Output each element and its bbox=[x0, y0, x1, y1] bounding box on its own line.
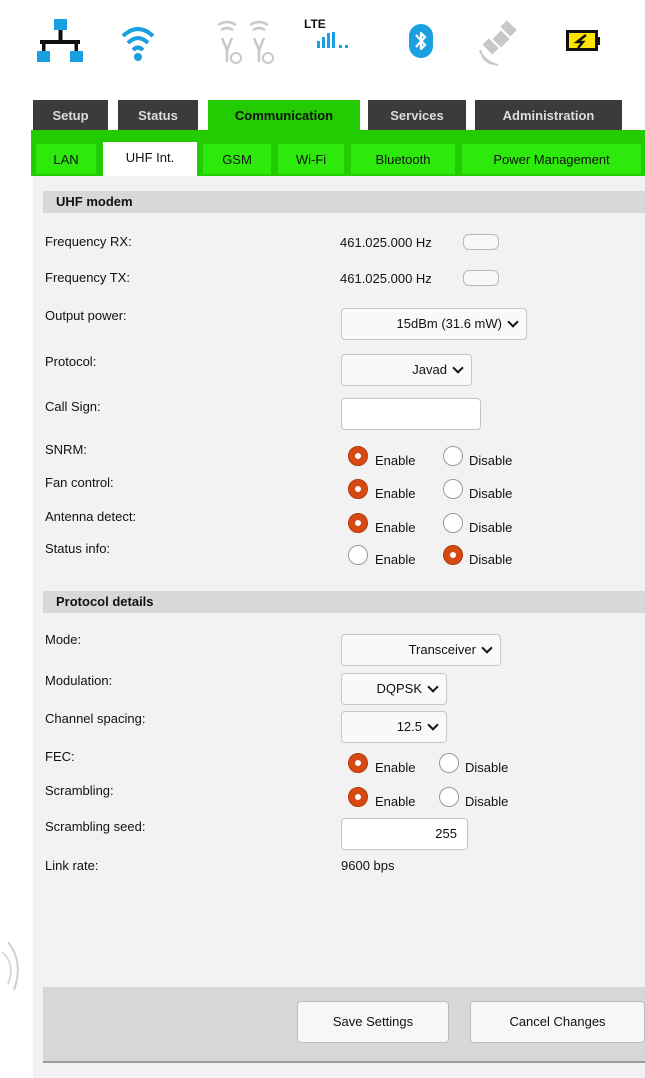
network-icon bbox=[37, 19, 83, 62]
output-power-select[interactable]: 15dBm (31.6 mW) bbox=[341, 308, 527, 340]
tab-communication[interactable]: Communication bbox=[208, 100, 360, 130]
modulation-value: DQPSK bbox=[376, 681, 422, 696]
subtab-lan[interactable]: LAN bbox=[36, 144, 96, 174]
modulation-label: Modulation: bbox=[45, 673, 113, 688]
lte-label: LTE bbox=[304, 17, 326, 31]
battery-icon bbox=[566, 30, 600, 51]
freq-tx-edit-button[interactable] bbox=[463, 270, 499, 286]
link-rate-label: Link rate: bbox=[45, 858, 99, 873]
lte-signal-icon bbox=[317, 32, 348, 48]
dual-sim-icon bbox=[217, 20, 274, 64]
save-settings-button[interactable]: Save Settings bbox=[297, 1001, 449, 1043]
section-uhf-modem: UHF modem bbox=[43, 191, 645, 213]
antenna-enable-radio[interactable] bbox=[348, 513, 368, 533]
status-info-label: Status info: bbox=[45, 541, 111, 556]
radio-label-disable: Disable bbox=[465, 760, 509, 775]
chevron-down-icon bbox=[481, 642, 493, 654]
cancel-changes-button[interactable]: Cancel Changes bbox=[470, 1001, 645, 1043]
subtab-uhf[interactable]: UHF Int. bbox=[103, 142, 197, 176]
scrambling-enable-radio[interactable] bbox=[348, 787, 368, 807]
freq-tx-label: Frequency TX: bbox=[45, 270, 131, 285]
channel-spacing-label: Channel spacing: bbox=[45, 711, 146, 726]
snrm-label: SNRM: bbox=[45, 442, 87, 457]
radio-label-disable: Disable bbox=[469, 486, 513, 501]
satellite-icon bbox=[479, 20, 517, 66]
freq-tx-value: 461.025.000 Hz bbox=[340, 271, 432, 286]
subtab-power-management[interactable]: Power Management bbox=[462, 144, 641, 174]
freq-rx-label: Frequency RX: bbox=[45, 234, 132, 249]
radio-label-enable: Enable bbox=[375, 520, 416, 535]
radio-label-disable: Disable bbox=[469, 453, 513, 468]
radio-label-enable: Enable bbox=[375, 760, 416, 775]
mode-value: Transceiver bbox=[408, 642, 476, 657]
fec-label: FEC: bbox=[45, 749, 75, 764]
chevron-down-icon bbox=[452, 362, 464, 374]
decorative-edge-icon bbox=[1, 941, 19, 991]
tab-setup[interactable]: Setup bbox=[33, 100, 108, 130]
tab-services[interactable]: Services bbox=[368, 100, 466, 130]
wifi-icon bbox=[121, 27, 155, 61]
fec-enable-radio[interactable] bbox=[348, 753, 368, 773]
chevron-down-icon bbox=[427, 681, 439, 693]
antenna-disable-radio[interactable] bbox=[443, 513, 463, 533]
fan-enable-radio[interactable] bbox=[348, 479, 368, 499]
sub-tab-bar: LAN UHF Int. GSM Wi-Fi Bluetooth Power M… bbox=[31, 130, 645, 176]
call-sign-input[interactable] bbox=[341, 398, 481, 430]
section-protocol-details: Protocol details bbox=[43, 591, 645, 613]
output-power-value: 15dBm (31.6 mW) bbox=[396, 316, 502, 331]
content-panel: UHF modem Frequency RX: 461.025.000 Hz F… bbox=[33, 176, 645, 1078]
snrm-enable-radio[interactable] bbox=[348, 446, 368, 466]
subtab-bluetooth[interactable]: Bluetooth bbox=[351, 144, 455, 174]
radio-label-enable: Enable bbox=[375, 552, 416, 567]
fan-control-label: Fan control: bbox=[45, 475, 114, 490]
mode-select[interactable]: Transceiver bbox=[341, 634, 501, 666]
scrambling-disable-radio[interactable] bbox=[439, 787, 459, 807]
scrambling-label: Scrambling: bbox=[45, 783, 114, 798]
antenna-detect-label: Antenna detect: bbox=[45, 509, 137, 524]
snrm-disable-radio[interactable] bbox=[443, 446, 463, 466]
protocol-value: Javad bbox=[412, 362, 447, 377]
radio-label-enable: Enable bbox=[375, 486, 416, 501]
status-info-enable-radio[interactable] bbox=[348, 545, 368, 565]
fan-disable-radio[interactable] bbox=[443, 479, 463, 499]
link-rate-value: 9600 bps bbox=[341, 858, 395, 873]
chevron-down-icon bbox=[427, 719, 439, 731]
output-power-label: Output power: bbox=[45, 308, 127, 323]
status-info-disable-radio[interactable] bbox=[443, 545, 463, 565]
radio-label-enable: Enable bbox=[375, 453, 416, 468]
subtab-wifi[interactable]: Wi-Fi bbox=[278, 144, 344, 174]
scrambling-seed-label: Scrambling seed: bbox=[45, 819, 146, 834]
action-footer: Save Settings Cancel Changes bbox=[43, 987, 645, 1063]
modulation-select[interactable]: DQPSK bbox=[341, 673, 447, 705]
freq-rx-edit-button[interactable] bbox=[463, 234, 499, 250]
call-sign-label: Call Sign: bbox=[45, 399, 101, 414]
freq-rx-value: 461.025.000 Hz bbox=[340, 235, 432, 250]
radio-label-disable: Disable bbox=[469, 520, 513, 535]
radio-label-disable: Disable bbox=[465, 794, 509, 809]
channel-spacing-value: 12.5 bbox=[396, 719, 422, 734]
tab-administration[interactable]: Administration bbox=[475, 100, 622, 130]
subtab-gsm[interactable]: GSM bbox=[203, 144, 271, 174]
radio-label-enable: Enable bbox=[375, 794, 416, 809]
mode-label: Mode: bbox=[45, 632, 82, 647]
fec-disable-radio[interactable] bbox=[439, 753, 459, 773]
chevron-down-icon bbox=[507, 316, 519, 328]
scrambling-seed-input[interactable]: 255 bbox=[341, 818, 468, 850]
channel-spacing-select[interactable]: 12.5 bbox=[341, 711, 447, 743]
status-icon-bar: LTE bbox=[0, 0, 645, 80]
tab-status[interactable]: Status bbox=[118, 100, 198, 130]
bluetooth-icon bbox=[409, 24, 433, 58]
protocol-select[interactable]: Javad bbox=[341, 354, 472, 386]
protocol-label: Protocol: bbox=[45, 354, 97, 369]
radio-label-disable: Disable bbox=[469, 552, 513, 567]
